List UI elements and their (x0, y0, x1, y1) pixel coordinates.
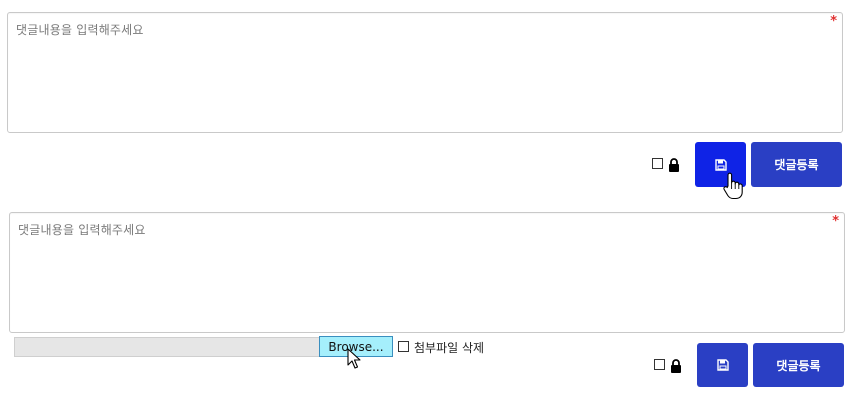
floppy-disk-icon (716, 359, 729, 371)
browse-button[interactable]: Browse... (319, 336, 393, 357)
required-mark: * (830, 14, 837, 29)
submit-comment-button[interactable]: 댓글등록 (751, 142, 842, 187)
comment-placeholder: 댓글내용을 입력해주세요 (16, 23, 144, 37)
delete-attachment-checkbox[interactable] (398, 341, 409, 352)
lock-icon (671, 359, 681, 373)
floppy-disk-icon (714, 158, 727, 171)
comment-textarea[interactable]: 댓글내용을 입력해주세요 * (9, 212, 845, 333)
secret-checkbox[interactable] (654, 359, 665, 370)
save-button[interactable] (697, 343, 748, 387)
delete-attachment-label: 첨부파일 삭제 (414, 341, 485, 355)
comment-placeholder: 댓글내용을 입력해주세요 (18, 223, 146, 237)
lock-icon (669, 158, 679, 172)
required-mark: * (832, 214, 839, 229)
save-button[interactable] (695, 142, 746, 187)
file-name-field[interactable] (14, 337, 320, 357)
secret-checkbox[interactable] (652, 158, 663, 169)
submit-comment-button[interactable]: 댓글등록 (753, 343, 844, 387)
comment-textarea[interactable]: 댓글내용을 입력해주세요 * (7, 12, 843, 133)
